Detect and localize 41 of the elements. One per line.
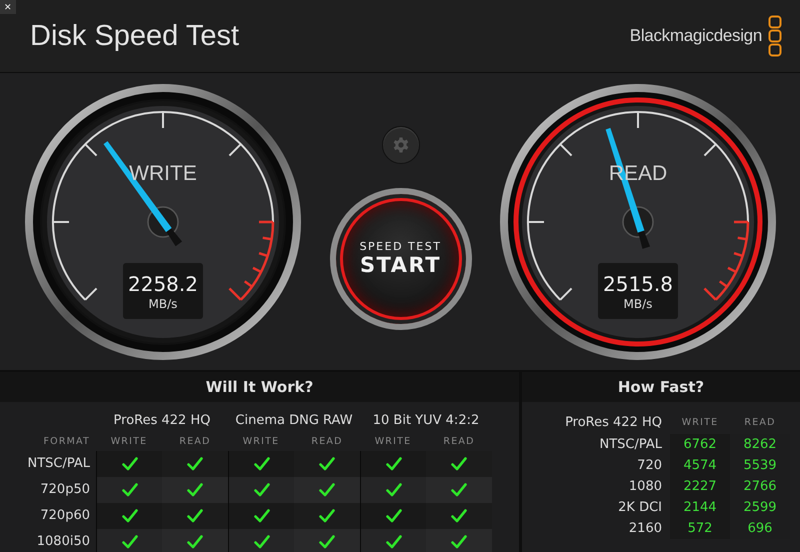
panel-title: How Fast? (618, 378, 704, 396)
column-header: READ (743, 416, 777, 430)
column-header: READ (442, 435, 476, 449)
table-cell: 4574 (670, 455, 730, 476)
row-label: 2K DCI (617, 499, 663, 517)
row-label: 2160 (628, 520, 663, 538)
table-cell: 572 (670, 518, 730, 539)
settings-button[interactable] (382, 126, 420, 164)
row-label: 720p50 (39, 481, 91, 499)
close-button[interactable]: ✕ (0, 0, 16, 14)
table-cell: 2227 (670, 476, 730, 497)
row-label: NTSC/PAL (598, 436, 663, 454)
table-cell: 6762 (670, 434, 730, 455)
panel-title: Will It Work? (206, 378, 314, 396)
codec-heading: Cinema DNG RAW (234, 412, 354, 430)
row-label: 1080i50 (36, 533, 91, 551)
column-header: WRITE (110, 435, 148, 449)
gauge-label: WRITE (129, 162, 197, 186)
codec-heading: ProRes 422 HQ (112, 412, 212, 430)
column-header: READ (178, 435, 212, 449)
brand-logo-icon (768, 15, 782, 57)
codec-heading: ProRes 422 HQ (564, 414, 663, 432)
column-header: WRITE (374, 435, 412, 449)
start-button[interactable]: SPEED TEST START (330, 188, 472, 330)
column-header: WRITE (680, 416, 720, 430)
speed-value: 2258.2 (128, 270, 198, 296)
speed-unit: MB/s (624, 296, 652, 310)
row-label: NTSC/PAL (26, 455, 91, 473)
codec-heading: 10 Bit YUV 4:2:2 (372, 412, 480, 430)
row-label: 1080 (628, 478, 663, 496)
column-header: WRITE (242, 435, 280, 449)
settings-icon (392, 136, 410, 154)
speed-value: 2515.8 (603, 270, 673, 296)
window-title: Disk Speed Test (30, 20, 240, 52)
row-label: 720p60 (39, 507, 91, 525)
column-header: FORMAT (42, 435, 91, 449)
speed-unit: MB/s (148, 296, 178, 310)
row-label: 720 (636, 457, 663, 475)
table-cell: 2144 (670, 497, 730, 518)
brand-name: Blackmagicdesign (630, 26, 762, 46)
column-header: READ (310, 435, 344, 449)
